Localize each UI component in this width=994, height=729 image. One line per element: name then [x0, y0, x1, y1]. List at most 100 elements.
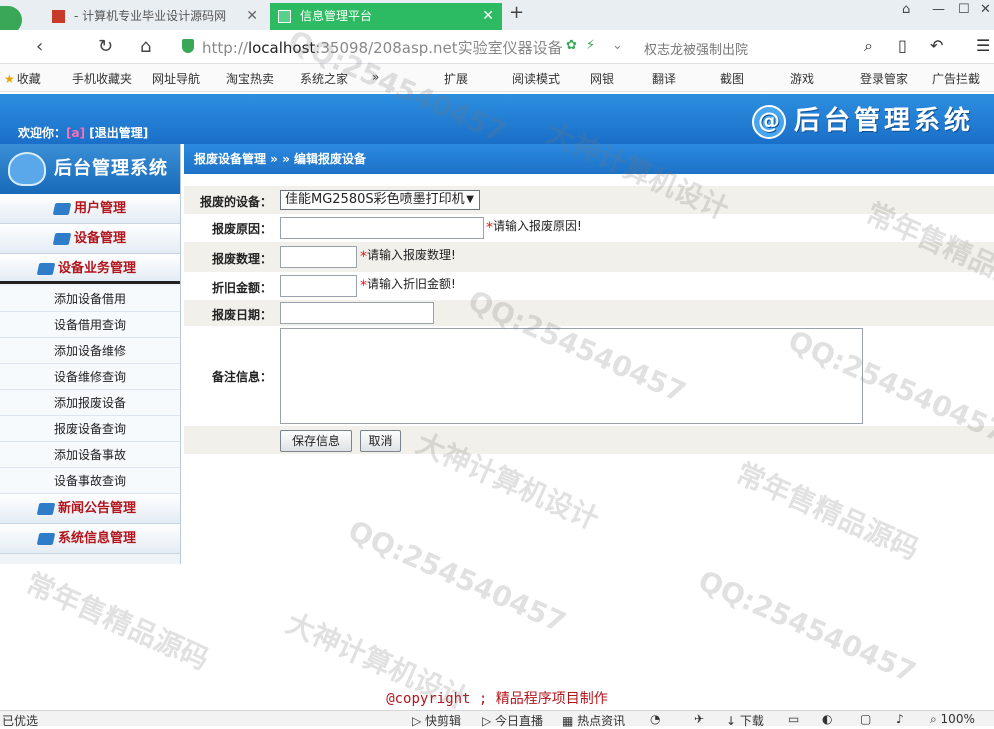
window-icon[interactable]: ▭: [788, 712, 799, 726]
reader-icon[interactable]: ◐: [822, 712, 832, 726]
ext-item[interactable]: 游戏: [790, 70, 814, 87]
bookmark-item[interactable]: 网址导航: [152, 70, 200, 87]
username: [a]: [66, 126, 86, 140]
phone-icon[interactable]: ▯: [898, 36, 907, 55]
status-item[interactable]: ▦ 热点资讯: [562, 712, 625, 729]
ext-item[interactable]: 登录管家: [860, 70, 908, 87]
amount-input[interactable]: [280, 275, 357, 297]
device-label: 报废的设备：: [199, 195, 272, 209]
close-tab-icon[interactable]: ✕: [482, 3, 494, 30]
form-row-actions: 保存信息 取消: [184, 426, 994, 454]
ext-item[interactable]: 阅读模式: [512, 70, 560, 87]
device-select[interactable]: 佳能MG2580S彩色喷墨打印机 ▼: [280, 190, 480, 210]
quantity-hint: *请输入报废数理!: [360, 248, 456, 265]
sidebar-title: 后台管理系统: [0, 144, 180, 194]
maximize-icon[interactable]: ☐: [958, 2, 970, 17]
sidebar-sub-item[interactable]: 设备维修查询: [0, 364, 180, 390]
form-row-device: 报废的设备： 佳能MG2580S彩色喷墨打印机 ▼: [184, 186, 994, 214]
ext-item[interactable]: 截图: [720, 70, 744, 87]
undo-icon[interactable]: ↶: [930, 36, 943, 55]
note-label: 备注信息：: [211, 370, 272, 384]
cancel-button[interactable]: 取消: [360, 430, 401, 452]
search-icon[interactable]: ⌕: [864, 36, 873, 56]
sidebar-cat-devices[interactable]: 设备管理: [0, 224, 180, 254]
ext-item[interactable]: 扩展: [444, 70, 468, 87]
bookmark-more[interactable]: »: [372, 70, 379, 84]
url-text: http://localhost:35098/208asp.net实验室仪器设备…: [202, 39, 562, 57]
quantity-label: 报废数理：: [211, 252, 272, 266]
form-row-note: 备注信息：: [184, 326, 994, 426]
close-tab-icon[interactable]: ✕: [246, 3, 258, 30]
sidebar-sub-item[interactable]: 添加报废设备: [0, 390, 180, 416]
dropdown-chevron-icon[interactable]: ⌄: [612, 38, 623, 53]
welcome-text: 欢迎你：[a] [退出管理]: [18, 126, 149, 140]
speed-mode-icon[interactable]: ⚡: [586, 38, 595, 53]
tab-info-platform[interactable]: 信息管理平台 ✕: [270, 3, 502, 30]
zoom-level[interactable]: ⌕ 100%: [930, 712, 975, 727]
form-row-amount: 折旧金额： *请输入折旧金额!: [184, 272, 994, 300]
reason-label: 报废原因：: [211, 222, 272, 236]
sidebar-sub-item[interactable]: 报废设备查询: [0, 416, 180, 442]
sidebar-sub-item[interactable]: 添加设备维修: [0, 338, 180, 364]
home-icon[interactable]: ⌂: [140, 36, 151, 57]
logout-link[interactable]: [退出管理]: [89, 126, 148, 140]
reason-input[interactable]: [280, 217, 484, 239]
hot-search-text[interactable]: 权志龙被强制出院: [644, 39, 748, 58]
folder-icon: [36, 263, 56, 275]
sidebar-sub-item[interactable]: 添加设备事故: [0, 442, 180, 468]
close-window-icon[interactable]: ✕: [980, 2, 991, 17]
sidebar-cat-system[interactable]: 系统信息管理: [0, 524, 180, 554]
status-left: 已优选: [2, 714, 39, 728]
tool-icon[interactable]: ✈: [694, 712, 704, 726]
bookmark-item[interactable]: 淘宝热卖: [226, 70, 274, 87]
ext-item[interactable]: 广告拦截: [932, 70, 980, 87]
watermark-text: 常年售精品源码: [21, 566, 214, 677]
new-tab-icon[interactable]: +: [509, 2, 524, 23]
minimize-icon[interactable]: —: [932, 2, 945, 17]
watermark-text: 常年售精品源码: [731, 456, 924, 567]
menu-icon[interactable]: ☰: [976, 36, 990, 55]
sound-icon[interactable]: ♪: [896, 712, 904, 726]
tab-source-site[interactable]: - 计算机专业毕业设计源码网 ✕: [44, 3, 266, 30]
sidebar-cat-news[interactable]: 新闻公告管理: [0, 494, 180, 524]
compat-mode-icon[interactable]: ✿: [566, 38, 577, 53]
status-item[interactable]: ▷ 今日直播: [482, 712, 543, 729]
sidebar-cat-users[interactable]: 用户管理: [0, 194, 180, 224]
breadcrumb: 报废设备管理 » » 编辑报废设备: [184, 144, 994, 174]
amount-hint: *请输入折旧金额!: [360, 277, 456, 294]
tab-title: 信息管理平台: [300, 9, 373, 23]
speed-icon[interactable]: ◔: [650, 712, 660, 726]
folder-icon: [36, 503, 56, 515]
browser-nav-bar: ‹ ↻ ⌂ http://localhost:35098/208asp.net实…: [0, 30, 994, 64]
form-row-quantity: 报废数理： *请输入报废数理!: [184, 242, 994, 272]
watermark-text: QQ:254540457: [343, 513, 571, 640]
bookmark-item[interactable]: ★ 收藏: [4, 70, 41, 87]
skin-icon[interactable]: ⌂: [902, 2, 910, 17]
at-logo-icon: @: [751, 104, 786, 139]
address-bar[interactable]: http://localhost:35098/208asp.net实验室仪器设备…: [178, 35, 636, 59]
sidebar-sub-item[interactable]: 设备事故查询: [0, 468, 180, 494]
reload-icon[interactable]: ↻: [98, 36, 113, 57]
sidebar-sub-item[interactable]: 设备借用查询: [0, 312, 180, 338]
sidebar-sub-item[interactable]: 添加设备借用: [0, 286, 180, 312]
edit-scrap-form: 报废的设备： 佳能MG2580S彩色喷墨打印机 ▼ 报废原因： *请输入报废原因!…: [184, 186, 994, 454]
quantity-input[interactable]: [280, 246, 357, 268]
octopus-logo-icon: [8, 152, 46, 186]
back-icon[interactable]: ‹: [36, 36, 43, 57]
folder-icon: [52, 233, 72, 245]
sidebar-cat-device-business[interactable]: 设备业务管理: [0, 254, 180, 284]
ext-item[interactable]: 翻译: [652, 70, 676, 87]
ext-item[interactable]: 网银: [590, 70, 614, 87]
bookmark-item[interactable]: 手机收藏夹: [72, 70, 132, 87]
note-textarea[interactable]: [280, 328, 863, 424]
sidebar: 后台管理系统 用户管理 设备管理 设备业务管理 添加设备借用 设备借用查询 添加…: [0, 144, 181, 564]
status-item[interactable]: ↓ 下载: [726, 712, 764, 729]
save-button[interactable]: 保存信息: [280, 430, 352, 452]
restore-icon[interactable]: ▢: [860, 712, 871, 726]
date-input[interactable]: [280, 302, 434, 324]
bookmark-item[interactable]: 系统之家: [300, 70, 348, 87]
form-row-reason: 报废原因： *请输入报废原因!: [184, 214, 994, 242]
chevron-down-icon: ▼: [466, 194, 474, 205]
status-item[interactable]: ▷ 快剪辑: [412, 712, 461, 729]
folder-icon: [52, 203, 72, 215]
